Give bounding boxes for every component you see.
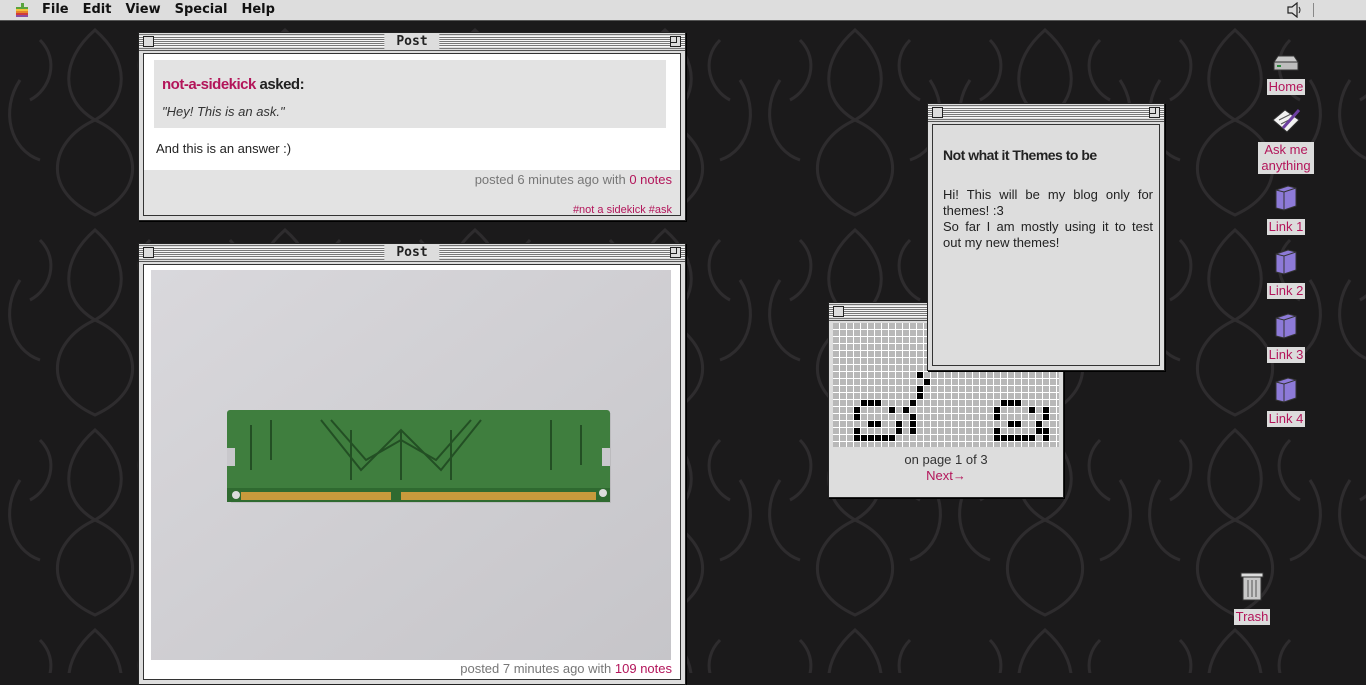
next-page-link[interactable]: Next→ bbox=[829, 468, 1063, 483]
sidebar-item-link-1[interactable]: Link 1 bbox=[1256, 184, 1316, 235]
post-window-ask: Post not-a-sidekick asked: "Hey! This is… bbox=[138, 32, 686, 221]
menu-edit[interactable]: Edit bbox=[76, 0, 119, 20]
menu-separator bbox=[1313, 3, 1314, 17]
speaker-icon[interactable] bbox=[1286, 2, 1304, 18]
window-title: Post bbox=[384, 244, 440, 261]
hard-drive-icon bbox=[1273, 55, 1299, 71]
description-body: Not what it Themes to be Hi! This will b… bbox=[932, 124, 1160, 366]
trash-label: Trash bbox=[1233, 609, 1271, 625]
blog-title: Not what it Themes to be bbox=[943, 147, 1097, 163]
window-titlebar[interactable] bbox=[928, 104, 1164, 122]
menu-help[interactable]: Help bbox=[234, 0, 281, 20]
sidebar-item-home[interactable]: Home bbox=[1256, 54, 1316, 95]
post-body: not-a-sidekick asked: "Hey! This is an a… bbox=[143, 53, 681, 216]
post-photo[interactable] bbox=[151, 270, 671, 660]
folder-icon bbox=[1275, 313, 1297, 339]
zoom-box-icon[interactable] bbox=[670, 36, 681, 47]
sidebar-item-link-4[interactable]: Link 4 bbox=[1256, 376, 1316, 427]
menu-file[interactable]: File bbox=[35, 0, 76, 20]
zoom-box-icon[interactable] bbox=[670, 247, 681, 258]
post-window-photo: Post posted 7 minutes ago with 109 notes bbox=[138, 243, 686, 685]
zoom-box-icon[interactable] bbox=[1149, 107, 1160, 118]
notes-link[interactable]: 0 notes bbox=[629, 172, 672, 187]
post-timestamp: posted 7 minutes ago with 109 notes bbox=[460, 661, 672, 676]
trash-item[interactable]: Trash bbox=[1222, 570, 1282, 625]
folder-icon bbox=[1275, 249, 1297, 275]
posted-text: posted 7 minutes ago with bbox=[460, 661, 615, 676]
post-body: posted 7 minutes ago with 109 notes bbox=[143, 264, 681, 680]
page-indicator: on page 1 of 3 bbox=[904, 452, 988, 467]
asked-label: asked: bbox=[259, 76, 305, 93]
notes-link[interactable]: 109 notes bbox=[615, 661, 672, 676]
sidebar-item-link-3[interactable]: Link 3 bbox=[1256, 312, 1316, 363]
sidebar-item-label: Link 2 bbox=[1266, 283, 1306, 299]
sidebar-item-label: Link 4 bbox=[1266, 411, 1306, 427]
description-window: Not what it Themes to be Hi! This will b… bbox=[927, 103, 1165, 371]
ask-answer: And this is an answer :) bbox=[156, 141, 292, 156]
close-box-icon[interactable] bbox=[143, 247, 154, 258]
description-line: Hi! This will be my blog only for themes… bbox=[943, 187, 1153, 218]
description-line: So far I am mostly using it to test out … bbox=[943, 219, 1153, 250]
ram-module-image bbox=[151, 270, 671, 660]
folder-icon bbox=[1275, 185, 1297, 211]
blog-description: Hi! This will be my blog only for themes… bbox=[943, 187, 1153, 251]
sidebar-item-label: Link 3 bbox=[1266, 347, 1306, 363]
sidebar-item-label: Ask me anything bbox=[1258, 142, 1314, 174]
sidebar-item-label: Home bbox=[1266, 79, 1306, 95]
post-timestamp: posted 6 minutes ago with 0 notes bbox=[475, 172, 672, 187]
folder-icon bbox=[1275, 377, 1297, 403]
sidebar-item-label: Link 1 bbox=[1266, 219, 1306, 235]
window-title: Post bbox=[384, 33, 440, 50]
asker-link[interactable]: not-a-sidekick bbox=[162, 76, 256, 93]
window-titlebar[interactable]: Post bbox=[139, 244, 685, 262]
ask-question: "Hey! This is an ask." bbox=[162, 104, 285, 119]
trash-icon bbox=[1240, 572, 1264, 601]
close-box-icon[interactable] bbox=[833, 306, 844, 317]
menu-special[interactable]: Special bbox=[168, 0, 235, 20]
menu-bar: File Edit View Special Help bbox=[0, 0, 1366, 21]
close-box-icon[interactable] bbox=[143, 36, 154, 47]
posted-text: posted 6 minutes ago with bbox=[474, 172, 630, 187]
apple-menu-icon[interactable] bbox=[15, 3, 29, 17]
sidebar-item-ask[interactable]: Ask me anything bbox=[1256, 106, 1316, 174]
post-tags[interactable]: #not a sidekick #ask bbox=[573, 204, 672, 215]
ask-box: not-a-sidekick asked: "Hey! This is an a… bbox=[154, 60, 666, 128]
sidebar-item-link-2[interactable]: Link 2 bbox=[1256, 248, 1316, 299]
ask-header: not-a-sidekick asked: bbox=[162, 76, 305, 93]
menu-view[interactable]: View bbox=[118, 0, 167, 20]
close-box-icon[interactable] bbox=[932, 107, 943, 118]
window-titlebar[interactable]: Post bbox=[139, 33, 685, 51]
pen-icon bbox=[1272, 109, 1301, 133]
